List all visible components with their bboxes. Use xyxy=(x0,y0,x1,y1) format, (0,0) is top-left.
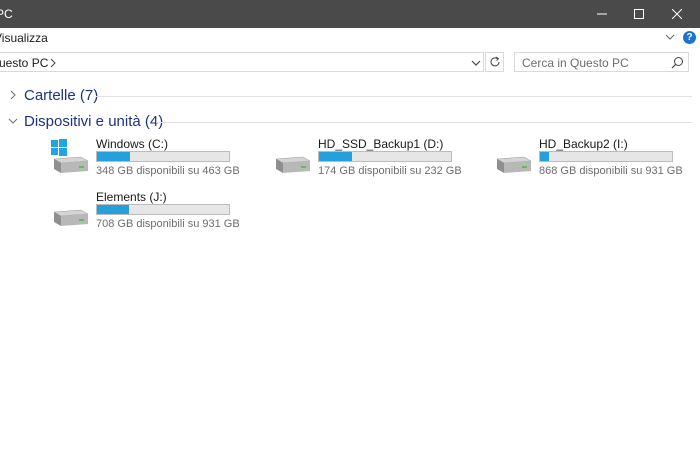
group-cartelle[interactable]: Cartelle (7) xyxy=(8,86,692,106)
address-path[interactable]: uesto PC xyxy=(0,56,48,70)
drive-item-i[interactable]: HD_Backup2 (I:) 868 GB disponibili su 93… xyxy=(494,137,694,181)
address-dropdown-icon[interactable] xyxy=(471,58,481,68)
search-box[interactable]: Cerca in Questo PC xyxy=(514,52,689,72)
close-button[interactable] xyxy=(654,0,700,28)
search-input[interactable]: Cerca in Questo PC xyxy=(522,56,629,70)
drive-icon xyxy=(275,156,311,173)
close-icon xyxy=(672,9,682,19)
content-area: Cartelle (7) Dispositivi e unità (4) Win… xyxy=(0,79,700,467)
usage-bar xyxy=(318,151,452,162)
drive-space: 174 GB disponibili su 232 GB xyxy=(318,165,462,177)
search-icon[interactable] xyxy=(671,56,684,69)
drive-name[interactable]: HD_Backup2 (I:) xyxy=(539,137,628,151)
drive-item-c[interactable]: Windows (C:) 348 GB disponibili su 463 G… xyxy=(51,137,251,181)
title-bar: PC xyxy=(0,0,700,28)
usage-bar-fill xyxy=(97,152,130,161)
drive-space: 868 GB disponibili su 931 GB xyxy=(539,165,683,177)
group-title-dispositivi[interactable]: Dispositivi e unità (4) xyxy=(24,113,163,130)
usage-bar xyxy=(96,151,230,162)
maximize-icon xyxy=(634,9,644,19)
chevron-right-icon[interactable] xyxy=(8,90,18,100)
minimize-icon xyxy=(597,13,607,15)
drive-icon xyxy=(53,209,89,226)
drive-name[interactable]: Windows (C:) xyxy=(96,137,168,151)
usage-bar xyxy=(539,151,673,162)
refresh-icon xyxy=(490,56,499,67)
windows-drive-icon xyxy=(51,139,89,173)
ribbon: Visualizza ? xyxy=(0,28,700,49)
navigation-bar: uesto PC Cerca in Questo PC xyxy=(0,48,700,79)
usage-bar-fill xyxy=(540,152,550,161)
drive-name[interactable]: Elements (J:) xyxy=(96,190,167,204)
drive-name[interactable]: HD_SSD_Backup1 (D:) xyxy=(318,137,443,151)
tab-visualizza[interactable]: Visualizza xyxy=(0,31,48,45)
drive-item-j[interactable]: Elements (J:) 708 GB disponibili su 931 … xyxy=(51,190,251,234)
drive-item-d[interactable]: HD_SSD_Backup1 (D:) 174 GB disponibili s… xyxy=(273,137,473,181)
group-divider xyxy=(156,122,692,123)
usage-bar xyxy=(96,204,230,215)
refresh-button[interactable] xyxy=(485,52,504,72)
group-title-cartelle[interactable]: Cartelle (7) xyxy=(24,87,98,104)
drive-space: 348 GB disponibili su 463 GB xyxy=(96,165,240,177)
drive-icon xyxy=(496,156,532,173)
help-button[interactable]: ? xyxy=(683,31,696,44)
address-bar[interactable]: uesto PC xyxy=(0,52,484,72)
group-dispositivi[interactable]: Dispositivi e unità (4) xyxy=(8,112,692,132)
usage-bar-fill xyxy=(97,205,129,214)
window-title: PC xyxy=(0,7,13,21)
drive-space: 708 GB disponibili su 931 GB xyxy=(96,218,240,230)
chevron-down-icon[interactable] xyxy=(664,31,676,43)
chevron-right-icon[interactable] xyxy=(49,58,57,68)
chevron-down-icon[interactable] xyxy=(8,116,18,126)
usage-bar-fill xyxy=(319,152,352,161)
group-divider xyxy=(96,96,692,97)
